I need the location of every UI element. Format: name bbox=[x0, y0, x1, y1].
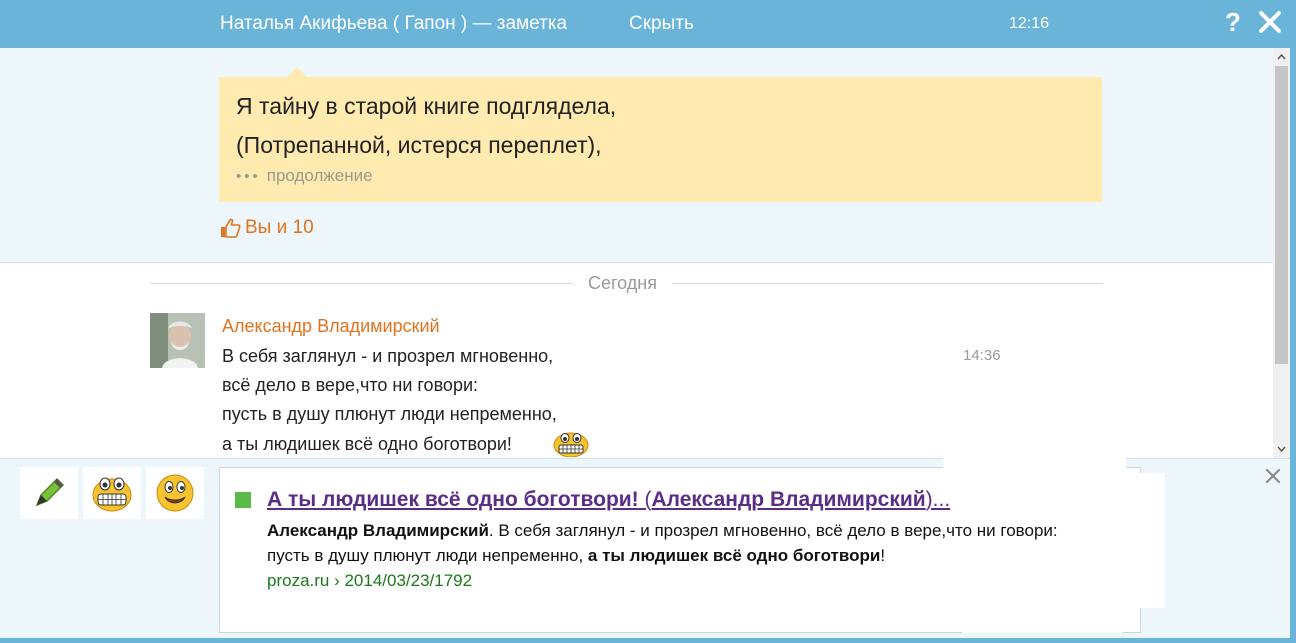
smile-emoji-icon bbox=[156, 474, 194, 512]
window-header: Наталья Акифьева ( Гапон ) — заметка Скр… bbox=[0, 0, 1296, 48]
note-bubble-tail bbox=[287, 67, 307, 77]
grin-emoji-button[interactable] bbox=[83, 467, 141, 519]
overlay-patch bbox=[962, 606, 1122, 633]
scroll-up-icon[interactable] bbox=[1273, 50, 1290, 64]
note-text-line: Я тайну в старой книге подглядела, bbox=[236, 93, 617, 119]
help-icon[interactable]: ? bbox=[1225, 7, 1241, 38]
suggestion-link[interactable]: А ты людишек всё одно боготвори! (Алекса… bbox=[267, 488, 950, 512]
thumbs-up-icon bbox=[221, 218, 241, 238]
note-panel: Я тайну в старой книге подглядела, (Потр… bbox=[0, 48, 1273, 263]
suggestion-url[interactable]: proza.ru › 2014/03/23/1792 bbox=[267, 571, 472, 591]
avatar[interactable] bbox=[150, 313, 205, 368]
result-square-icon bbox=[235, 492, 251, 508]
ellipsis-icon: ••• bbox=[236, 168, 261, 185]
scroll-down-icon[interactable] bbox=[1273, 442, 1290, 456]
day-divider-label: Сегодня bbox=[573, 273, 672, 294]
close-icon[interactable] bbox=[1256, 7, 1284, 37]
window-border bbox=[0, 638, 1290, 643]
header-time: 12:16 bbox=[1009, 15, 1050, 32]
message-text-line: пусть в душу плюнут люди непременно, bbox=[222, 404, 557, 424]
message-text-line: всё дело в вере,что ни говори: bbox=[222, 375, 479, 395]
marker-button[interactable] bbox=[20, 467, 78, 519]
marker-icon bbox=[35, 477, 65, 507]
likes-link[interactable]: Вы и 10 bbox=[219, 217, 314, 239]
suggestion-snippet: пусть в душу плюнут люди непременно, а т… bbox=[267, 546, 886, 565]
hide-button[interactable]: Скрыть bbox=[629, 13, 694, 35]
close-icon[interactable] bbox=[1264, 467, 1282, 485]
suggestion-snippet: Александр Владимирский. В себя заглянул … bbox=[267, 521, 1058, 540]
likes-label: Вы и 10 bbox=[245, 217, 314, 238]
smile-emoji-button[interactable] bbox=[146, 467, 204, 519]
message-text-line: В себя заглянул - и прозрел мгновенно, bbox=[222, 346, 554, 366]
chat-messages: Сегодня Александр Владимирский 14:36 В с… bbox=[0, 264, 1273, 458]
scrollbar-thumb[interactable] bbox=[1275, 66, 1288, 364]
window-border bbox=[1290, 48, 1296, 643]
note-bubble: Я тайну в старой книге подглядела, (Потр… bbox=[219, 67, 1102, 202]
message-time: 14:36 bbox=[963, 347, 1001, 364]
search-suggestion-card: А ты людишек всё одно боготвори! (Алекса… bbox=[220, 473, 1165, 608]
grin-emoji-icon bbox=[92, 477, 132, 512]
window-title: Наталья Акифьева ( Гапон ) — заметка bbox=[220, 13, 568, 34]
chat-scrollbar[interactable] bbox=[1273, 48, 1290, 458]
overlay-patch bbox=[943, 453, 1126, 475]
message-text-line: а ты людишек всё одно боготвори! bbox=[222, 434, 512, 454]
note-text-line: (Потрепанной, истерся переплет), bbox=[236, 132, 602, 158]
note-more-link[interactable]: ••• продолжение bbox=[236, 166, 373, 186]
message-author[interactable]: Александр Владимирский bbox=[222, 316, 440, 337]
note-more-label: продолжение bbox=[266, 166, 373, 185]
grin-emoji-icon bbox=[553, 431, 589, 458]
